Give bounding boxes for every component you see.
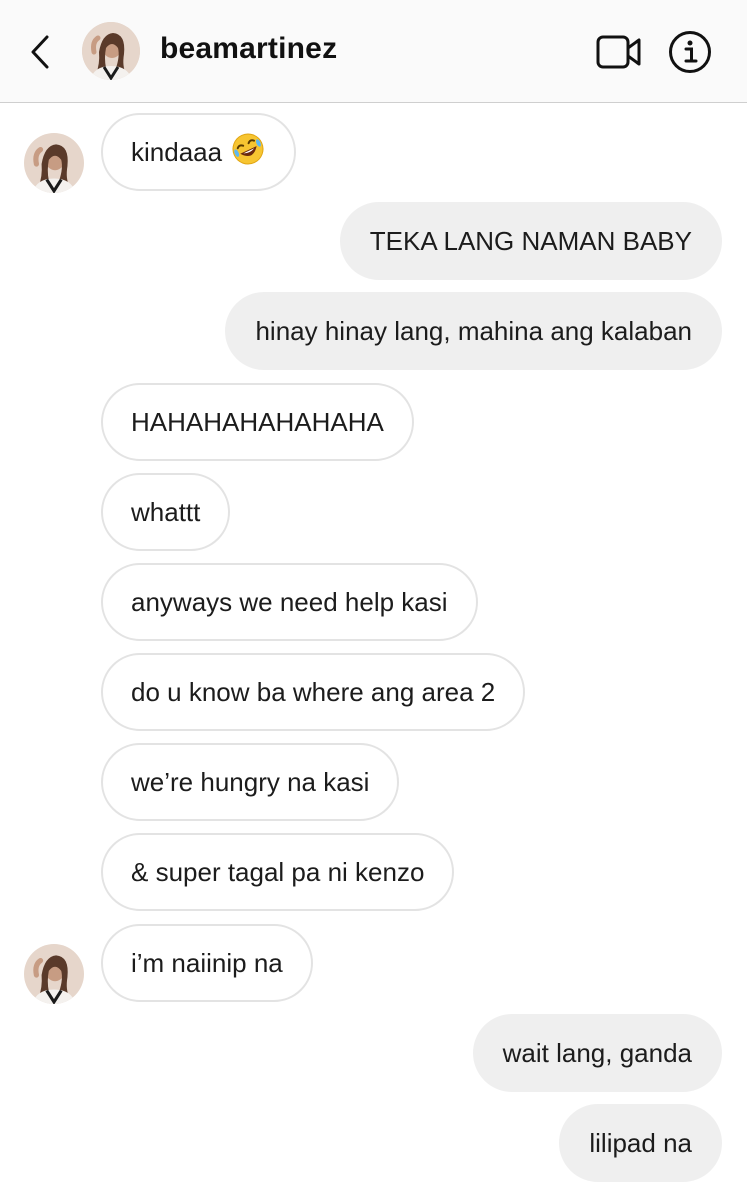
message-bubble-outgoing[interactable]: lilipad na — [559, 1104, 722, 1182]
message-bubble-incoming[interactable]: HAHAHAHAHAHAHA — [101, 383, 414, 461]
header-avatar[interactable] — [82, 22, 140, 80]
video-call-button[interactable] — [594, 30, 644, 74]
message-bubble-outgoing[interactable]: wait lang, ganda — [472, 1014, 722, 1092]
message-text: & super tagal pa ni kenzo — [131, 856, 425, 887]
info-circle-icon — [669, 31, 711, 73]
profile-photo — [82, 22, 140, 80]
message-bubble-incoming[interactable]: whattt — [101, 473, 231, 551]
message-text: do u know ba where ang area 2 — [131, 676, 496, 707]
message-text: TEKA LANG NAMAN BABY — [369, 225, 692, 256]
message-text: i’m naiinip na — [131, 947, 283, 978]
message-text: hinay hinay lang, mahina ang kalaban — [255, 315, 692, 346]
message-bubble-incoming[interactable]: i’m naiinip na — [101, 924, 313, 1002]
chat-username[interactable]: beamartinez — [160, 32, 337, 66]
message-bubble-incoming[interactable]: anyways we need help kasi — [101, 563, 478, 641]
message-bubble-outgoing[interactable]: TEKA LANG NAMAN BABY — [339, 202, 722, 280]
chevron-left-icon — [31, 35, 49, 69]
message-bubble-incoming[interactable]: we’re hungry na kasi — [101, 743, 400, 821]
info-button[interactable] — [666, 29, 714, 75]
profile-photo — [24, 944, 84, 1004]
message-text: whattt — [131, 496, 201, 527]
back-button[interactable] — [20, 30, 60, 74]
message-text: wait lang, ganda — [502, 1037, 692, 1068]
chat-header: beamartinez — [0, 0, 747, 103]
profile-photo — [24, 133, 84, 193]
message-bubble-incoming[interactable]: kindaaa — [101, 113, 297, 191]
message-bubble-incoming[interactable]: & super tagal pa ni kenzo — [101, 833, 455, 911]
sender-avatar[interactable] — [24, 944, 84, 1004]
message-bubble-incoming[interactable]: do u know ba where ang area 2 — [101, 653, 526, 731]
message-text: anyways we need help kasi — [131, 586, 448, 617]
message-text: lilipad na — [589, 1127, 692, 1158]
message-text: we’re hungry na kasi — [131, 766, 370, 797]
message-text: HAHAHAHAHAHAHA — [131, 406, 384, 437]
sender-avatar[interactable] — [24, 133, 84, 193]
video-camera-icon — [596, 35, 641, 69]
rolling-on-floor-laughing-emoji — [230, 131, 266, 174]
message-bubble-outgoing[interactable]: hinay hinay lang, mahina ang kalaban — [225, 292, 722, 370]
message-text: kindaaa — [131, 136, 223, 167]
